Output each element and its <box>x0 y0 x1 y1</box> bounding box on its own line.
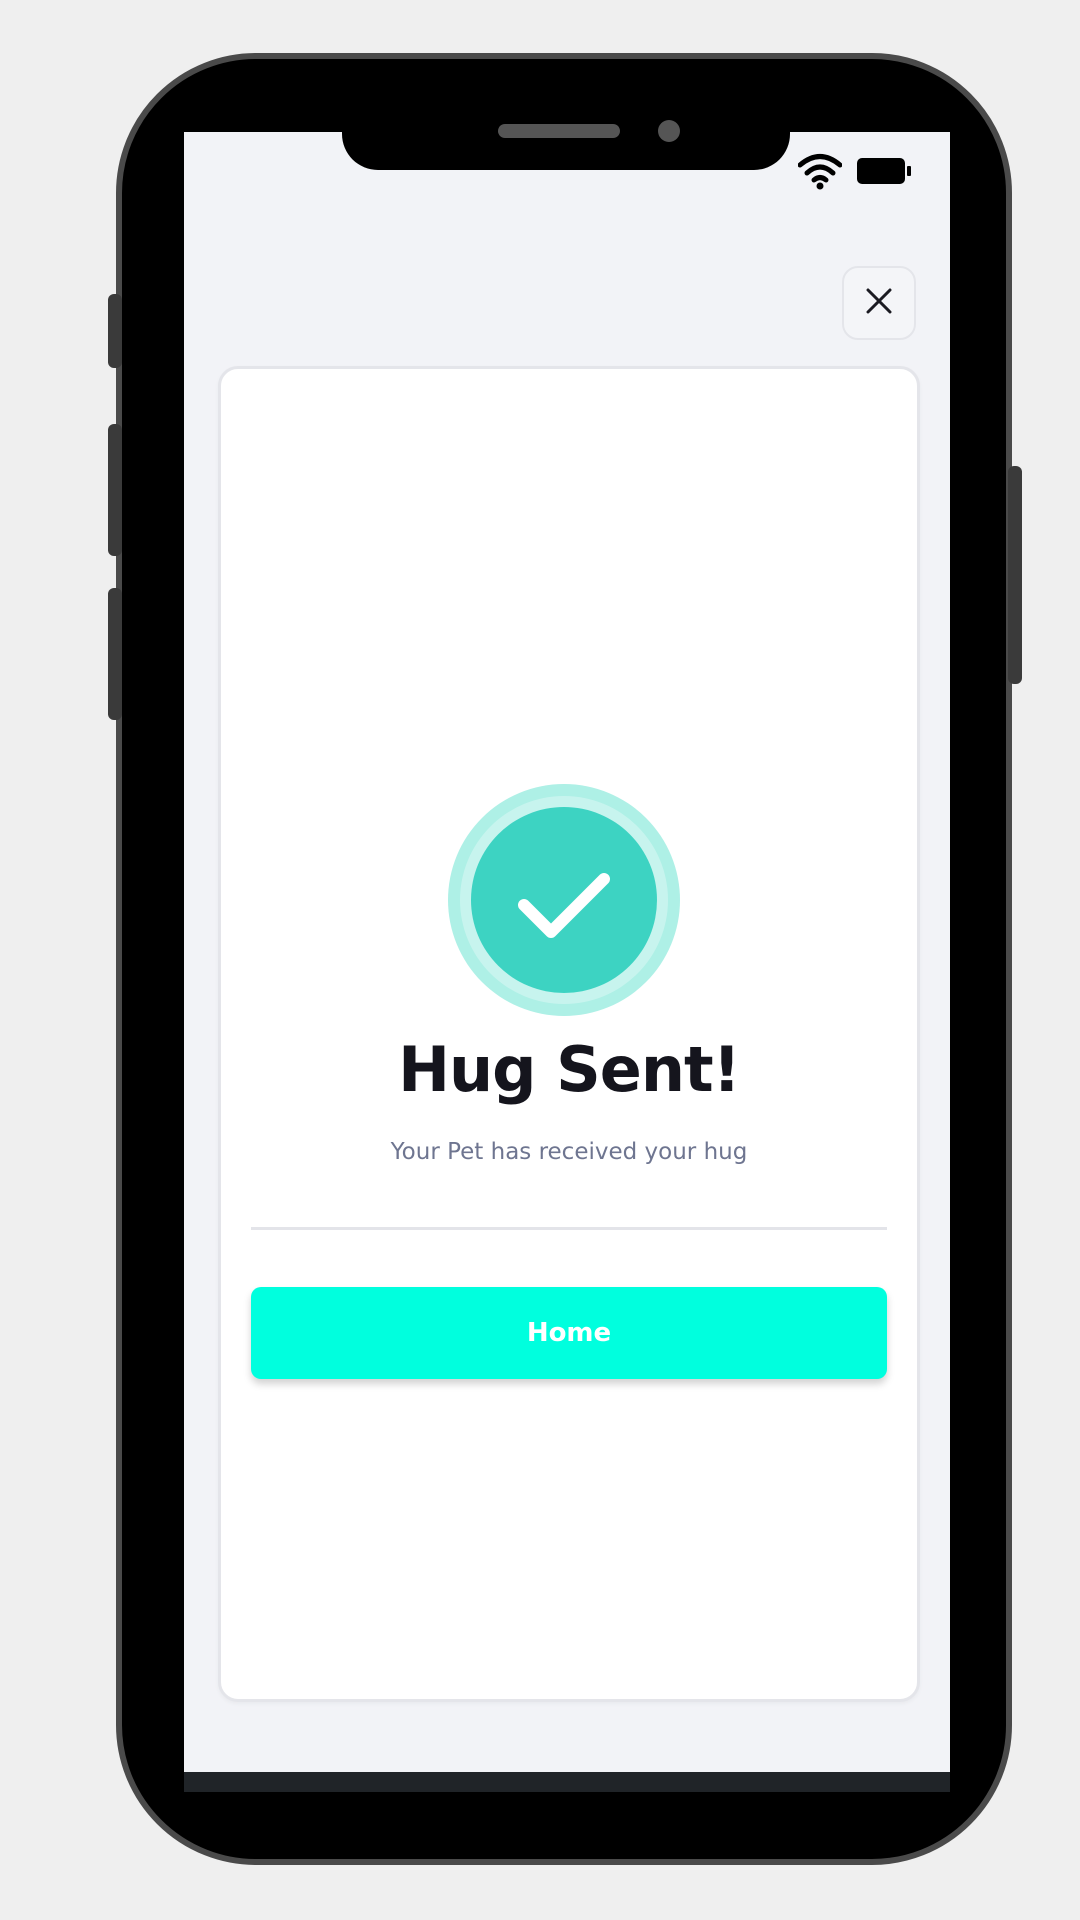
divider <box>251 1227 887 1230</box>
power-button <box>1008 466 1022 684</box>
wifi-icon <box>798 152 842 190</box>
checkmark-circle-icon <box>447 783 681 1017</box>
close-icon <box>864 286 894 320</box>
silent-switch <box>108 294 122 368</box>
speaker <box>498 124 620 138</box>
screen: Hug Sent! Your Pet has received your hug… <box>184 132 950 1792</box>
front-camera <box>658 120 680 142</box>
home-button[interactable]: Home <box>251 1287 887 1379</box>
battery-icon <box>856 157 912 185</box>
notch <box>342 108 790 170</box>
home-indicator-bar <box>184 1772 950 1792</box>
success-card: Hug Sent! Your Pet has received your hug… <box>218 366 920 1702</box>
volume-down-button <box>108 588 122 720</box>
volume-up-button <box>108 424 122 556</box>
status-bar <box>798 152 912 190</box>
modal-title: Hug Sent! <box>398 1033 741 1106</box>
modal-subtitle: Your Pet has received your hug <box>390 1139 748 1165</box>
close-button[interactable] <box>842 266 916 340</box>
